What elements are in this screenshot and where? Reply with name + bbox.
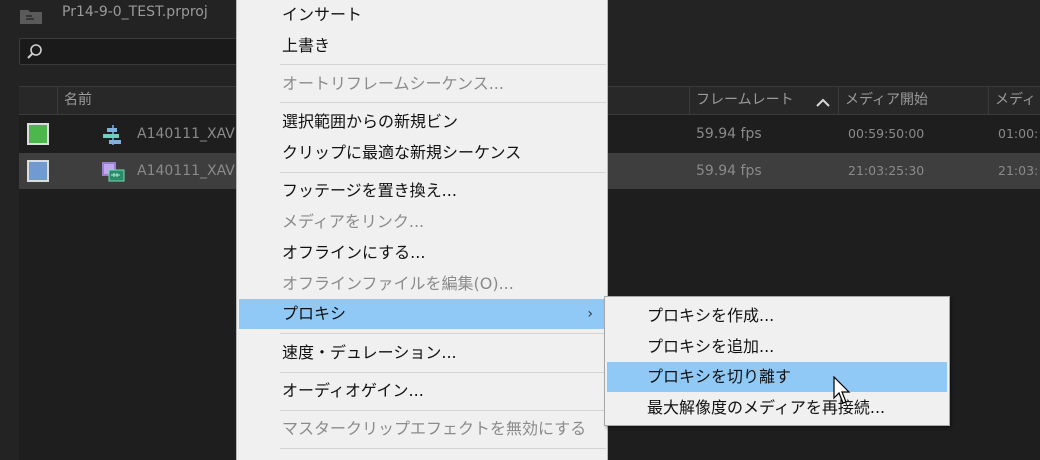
label-color-swatch[interactable] bbox=[27, 123, 49, 145]
menu-separator bbox=[280, 372, 606, 373]
media-start-column-header[interactable]: メディア開始 bbox=[838, 87, 988, 115]
menu-item-replace-footage[interactable]: フッテージを置き換え... bbox=[239, 176, 605, 206]
menu-item-insert[interactable]: インサート bbox=[239, 0, 605, 30]
menu-separator bbox=[280, 333, 606, 334]
search-icon bbox=[27, 44, 42, 59]
clip-name: A140111_XAV bbox=[137, 163, 235, 179]
menu-item-make-offline[interactable]: オフラインにする... bbox=[239, 238, 605, 268]
submenu-item-reconnect-full-resolution[interactable]: 最大解像度のメディアを再接続... bbox=[607, 393, 947, 423]
media-end-value: 21:03: bbox=[998, 163, 1039, 178]
context-menu: インサート 上書き オートリフレームシーケンス... 選択範囲からの新規ビン ク… bbox=[236, 0, 608, 460]
menu-item-audio-gain[interactable]: オーディオゲイン... bbox=[239, 376, 605, 406]
submenu-item-attach-proxies[interactable]: プロキシを追加... bbox=[607, 332, 947, 362]
menu-item-proxy[interactable]: プロキシ › bbox=[239, 299, 605, 329]
media-start-value: 00:59:50:00 bbox=[848, 126, 925, 141]
submenu-item-detach-proxies[interactable]: プロキシを切り離す bbox=[607, 362, 947, 392]
project-folder-icon bbox=[20, 10, 42, 24]
menu-item-link-media[interactable]: メディアをリンク... bbox=[239, 207, 605, 237]
menu-separator bbox=[280, 448, 606, 449]
frame-rate-value: 59.94 fps bbox=[696, 126, 762, 142]
menu-item-auto-reframe-sequence[interactable]: オートリフレームシーケンス... bbox=[239, 69, 605, 99]
submenu-item-create-proxies[interactable]: プロキシを作成... bbox=[607, 301, 947, 331]
sort-ascending-icon[interactable] bbox=[815, 97, 831, 107]
menu-separator bbox=[280, 172, 606, 173]
frame-rate-value: 59.94 fps bbox=[696, 163, 762, 179]
menu-separator bbox=[280, 64, 606, 65]
menu-item-new-bin-from-selection[interactable]: 選択範囲からの新規ビン bbox=[239, 107, 605, 137]
menu-item-speed-duration[interactable]: 速度・デュレーション... bbox=[239, 338, 605, 368]
menu-item-new-sequence-from-clip[interactable]: クリップに最適な新規シーケンス bbox=[239, 138, 605, 168]
media-start-value: 21:03:25:30 bbox=[848, 163, 925, 178]
search-input[interactable] bbox=[19, 38, 249, 65]
clip-icon bbox=[102, 162, 125, 182]
menu-item-disable-masterclip-effects[interactable]: マスタークリップエフェクトを無効にする bbox=[239, 414, 605, 444]
menu-item-edit-offline[interactable]: オフラインファイルを編集(O)... bbox=[239, 269, 605, 299]
menu-separator bbox=[280, 410, 606, 411]
mouse-cursor-icon bbox=[833, 376, 851, 404]
clip-name: A140111_XAV bbox=[137, 126, 235, 142]
menu-item-proxy-label: プロキシ bbox=[282, 304, 347, 323]
submenu-arrow-icon: › bbox=[587, 306, 593, 322]
label-column-header[interactable] bbox=[19, 87, 57, 115]
media-end-value: 01:00: bbox=[998, 126, 1039, 141]
project-title: Pr14-9-0_TEST.prproj bbox=[62, 4, 208, 20]
proxy-submenu: プロキシを作成... プロキシを追加... プロキシを切り離す 最大解像度のメデ… bbox=[604, 296, 950, 426]
sequence-icon bbox=[103, 125, 121, 145]
menu-item-overwrite[interactable]: 上書き bbox=[239, 31, 605, 61]
media-end-column-header[interactable]: メディ bbox=[988, 87, 1040, 115]
label-color-swatch[interactable] bbox=[27, 160, 49, 182]
menu-separator bbox=[280, 102, 606, 103]
